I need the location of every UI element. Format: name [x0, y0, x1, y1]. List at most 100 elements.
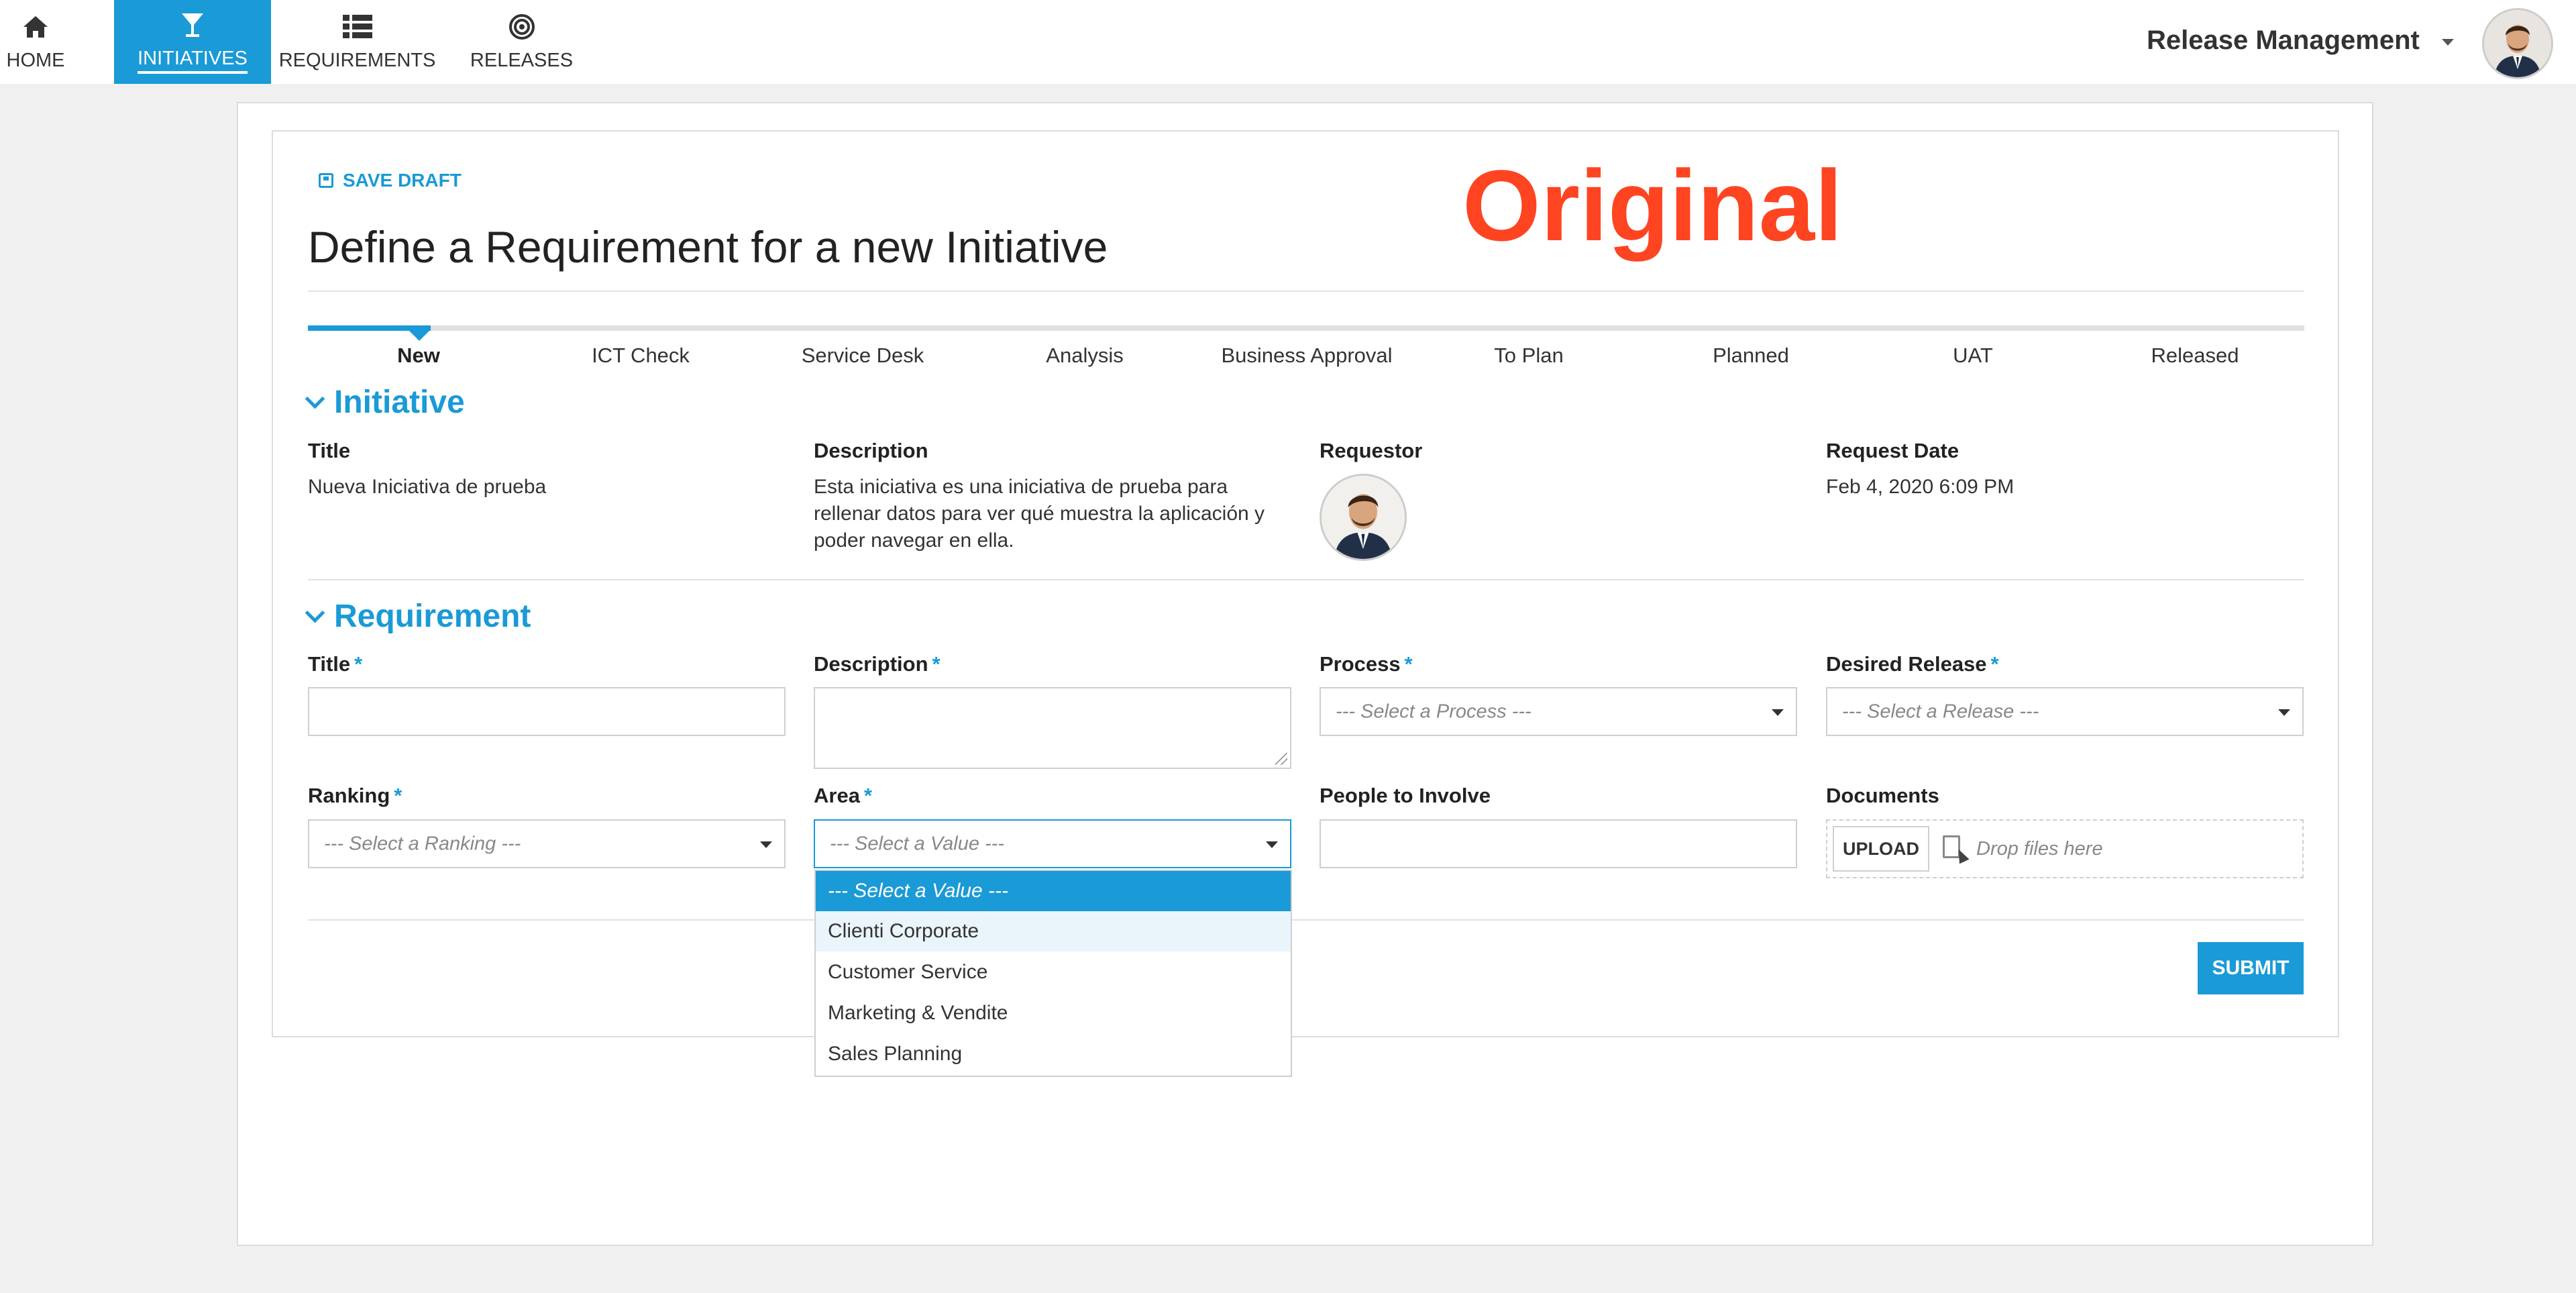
area-select[interactable]: --- Select a Value ---	[814, 819, 1291, 868]
top-navbar: HOME INITIATIVES REQUIREMENTS RELEASES R	[0, 0, 2576, 84]
user-menu-label: Release Management	[2147, 25, 2420, 55]
description-line: rellenar datos para ver qué muestra la a…	[814, 503, 1265, 525]
section-divider	[308, 579, 2304, 580]
requestor-label: Requestor	[1320, 439, 1423, 462]
title-divider	[308, 291, 2304, 292]
area-placeholder: --- Select a Value ---	[830, 833, 1004, 854]
initiative-description-label: Description	[814, 439, 928, 462]
request-date-value: Feb 4, 2020 6:09 PM	[1826, 476, 2015, 498]
nav-requirements-label: REQUIREMENTS	[278, 50, 436, 71]
user-avatar[interactable]	[2482, 8, 2553, 79]
dropdown-option[interactable]: Customer Service	[816, 952, 1291, 992]
caret-down-icon	[2278, 709, 2290, 716]
requirement-description-textarea[interactable]	[814, 687, 1291, 769]
step-uat: UAT	[1953, 344, 1993, 367]
list-icon	[342, 12, 372, 42]
caret-down-icon	[760, 841, 772, 848]
nav-initiatives-label: INITIATIVES	[138, 48, 248, 74]
label-text: Description	[814, 652, 928, 676]
stepper-active-marker	[409, 330, 430, 341]
step-business-approval: Business Approval	[1221, 344, 1393, 367]
ranking-placeholder: --- Select a Ranking ---	[324, 833, 521, 854]
documents-label: Documents	[1826, 784, 1939, 807]
requirement-title-input[interactable]	[308, 687, 786, 736]
initiative-description-value: Esta iniciativa es una iniciativa de pru…	[814, 474, 1265, 554]
initiative-section-toggle[interactable]: Initiative	[305, 384, 465, 421]
step-service-desk: Service Desk	[801, 344, 924, 367]
home-icon	[21, 12, 50, 42]
desired-release-label: Desired Release *	[1826, 652, 1999, 676]
requirement-description-label: Description *	[814, 652, 941, 676]
chevron-down-icon	[305, 603, 325, 623]
dropdown-option[interactable]: --- Select a Value ---	[816, 871, 1291, 911]
step-new: New	[397, 344, 440, 367]
required-asterisk: *	[932, 652, 941, 676]
people-to-involve-label: People to Involve	[1320, 784, 1491, 807]
nav-requirements[interactable]: REQUIREMENTS	[278, 0, 436, 84]
caret-down-icon	[1266, 841, 1278, 848]
initiative-title-value: Nueva Iniciativa de prueba	[308, 476, 547, 498]
nav-home[interactable]: HOME	[0, 0, 71, 84]
save-draft-label: SAVE DRAFT	[343, 170, 462, 191]
documents-dropzone[interactable]: UPLOAD Drop files here	[1826, 819, 2304, 878]
step-planned: Planned	[1713, 344, 1789, 367]
user-menu[interactable]: Release Management	[2147, 0, 2576, 84]
nav-initiatives[interactable]: INITIATIVES	[114, 0, 271, 84]
label-text: Process	[1320, 652, 1401, 676]
requirement-section-title: Requirement	[334, 599, 531, 634]
label-text: Ranking	[308, 784, 390, 807]
requirement-section-toggle[interactable]: Requirement	[305, 598, 531, 635]
description-line: poder navegar en ella.	[814, 529, 1014, 552]
chevron-down-icon	[305, 389, 325, 409]
drop-files-text: Drop files here	[1976, 838, 2103, 860]
page-title: Define a Requirement for a new Initiativ…	[308, 222, 1108, 272]
form-divider	[308, 919, 2304, 921]
label-text: Area	[814, 784, 860, 807]
requestor-avatar	[1320, 474, 1407, 561]
save-draft-button[interactable]: SAVE DRAFT	[319, 170, 462, 191]
person-avatar-icon	[1322, 476, 1405, 559]
step-to-plan: To Plan	[1494, 344, 1564, 367]
desired-release-select[interactable]: --- Select a Release ---	[1826, 687, 2304, 736]
step-analysis: Analysis	[1046, 344, 1124, 367]
process-select[interactable]: --- Select a Process ---	[1320, 687, 1797, 736]
required-asterisk: *	[1990, 652, 1999, 676]
resize-grip-icon[interactable]	[1275, 753, 1287, 765]
target-icon	[507, 12, 537, 42]
nav-releases[interactable]: RELEASES	[470, 0, 574, 84]
nav-home-label: HOME	[6, 50, 65, 71]
people-to-involve-input[interactable]	[1320, 819, 1797, 868]
request-date-label: Request Date	[1826, 439, 1960, 462]
nav-releases-label: RELEASES	[470, 50, 574, 71]
required-asterisk: *	[394, 784, 402, 807]
original-watermark: Original	[1462, 149, 1843, 262]
required-asterisk: *	[1404, 652, 1413, 676]
step-released: Released	[2151, 344, 2239, 367]
floppy-disk-icon	[319, 173, 333, 188]
dropdown-option[interactable]: Sales Planning	[816, 1034, 1291, 1074]
person-avatar-icon	[2484, 10, 2551, 77]
required-asterisk: *	[863, 784, 873, 807]
cocktail-glass-icon	[178, 10, 207, 40]
release-placeholder: --- Select a Release ---	[1842, 701, 2039, 722]
cursor-icon	[1953, 847, 1970, 864]
ranking-label: Ranking *	[308, 784, 402, 808]
label-text: Title	[308, 652, 351, 676]
required-asterisk: *	[354, 652, 363, 676]
caret-down-icon	[2442, 39, 2454, 46]
initiative-section-title: Initiative	[334, 384, 465, 420]
area-label: Area *	[814, 784, 872, 808]
ranking-select[interactable]: --- Select a Ranking ---	[308, 819, 786, 868]
submit-button[interactable]: SUBMIT	[2198, 942, 2304, 994]
requirement-title-label: Title *	[308, 652, 362, 676]
dropdown-option[interactable]: Marketing & Vendite	[816, 993, 1291, 1033]
dropdown-option[interactable]: Clienti Corporate	[816, 911, 1291, 951]
process-label: Process *	[1320, 652, 1413, 676]
step-ict-check: ICT Check	[592, 344, 690, 367]
process-placeholder: --- Select a Process ---	[1336, 701, 1532, 722]
initiative-title-label: Title	[308, 439, 351, 462]
area-dropdown-list: --- Select a Value --- Clienti Corporate…	[814, 870, 1292, 1077]
caret-down-icon	[1772, 709, 1784, 716]
description-line: Esta iniciativa es una iniciativa de pru…	[814, 476, 1228, 498]
upload-button[interactable]: UPLOAD	[1833, 826, 1929, 872]
